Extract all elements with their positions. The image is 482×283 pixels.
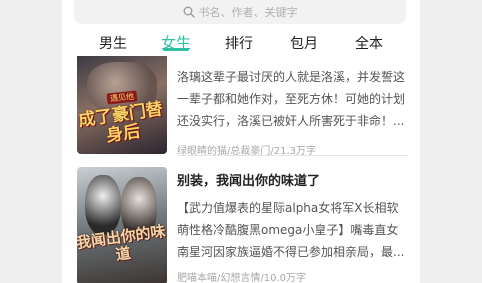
book-word-count: 10.0万字	[263, 273, 307, 283]
tab-monthly[interactable]: 包月	[274, 33, 334, 53]
book-info: 别装，我闻出你的味道了 【武力值爆表的星际alpha女将军X长相软萌性格冷酷腹黑…	[177, 170, 407, 283]
book-item[interactable]: 遇见他 成了豪门替身后 洛璃这辈子最讨厌的人就是洛溪，并发誓这一辈子都和她作对，…	[77, 56, 408, 157]
active-tab-indicator	[163, 48, 189, 51]
bookstore-panel: 书名、作者、关键字 男生 女生 排行 包月 全本 遇见他 成了豪门替身后 洛璃这…	[62, 0, 420, 283]
book-title: 别装，我闻出你的味道了	[177, 174, 321, 189]
search-icon	[183, 6, 195, 18]
divider	[177, 155, 408, 156]
book-info: 洛璃这辈子最讨厌的人就是洛溪，并发誓这一辈子都和她作对，至死方休！可她的计划还没…	[177, 66, 407, 157]
book-description: 洛璃这辈子最讨厌的人就是洛溪，并发誓这一辈子都和她作对，至死方休！可她的计划还没…	[177, 70, 406, 128]
tab-male[interactable]: 男生	[83, 33, 143, 53]
cover-title: 成了豪门替身后	[77, 99, 165, 147]
cover-title: 我闻出你的味道	[77, 221, 167, 264]
tab-complete[interactable]: 全本	[339, 33, 399, 53]
book-cover[interactable]: 遇见他 成了豪门替身后	[77, 56, 167, 154]
search-placeholder: 书名、作者、关键字	[198, 6, 298, 19]
search-bar[interactable]: 书名、作者、关键字	[74, 0, 406, 24]
book-item[interactable]: 我闻出你的味道 别装，我闻出你的味道了 【武力值爆表的星际alpha女将军X长相…	[77, 167, 408, 283]
category-tabs: 男生 女生 排行 包月 全本	[62, 24, 420, 58]
book-description: 【武力值爆表的星际alpha女将军X长相软萌性格冷酷腹黑omega小皇子】嘴毒直…	[177, 201, 405, 259]
book-category: 幻想言情	[220, 273, 261, 283]
tab-ranking[interactable]: 排行	[209, 33, 269, 53]
book-cover[interactable]: 我闻出你的味道	[77, 167, 167, 283]
book-author: 肥喵本喵	[177, 273, 217, 283]
book-meta: 肥喵本喵/幻想言情/10.0万字	[177, 273, 307, 283]
